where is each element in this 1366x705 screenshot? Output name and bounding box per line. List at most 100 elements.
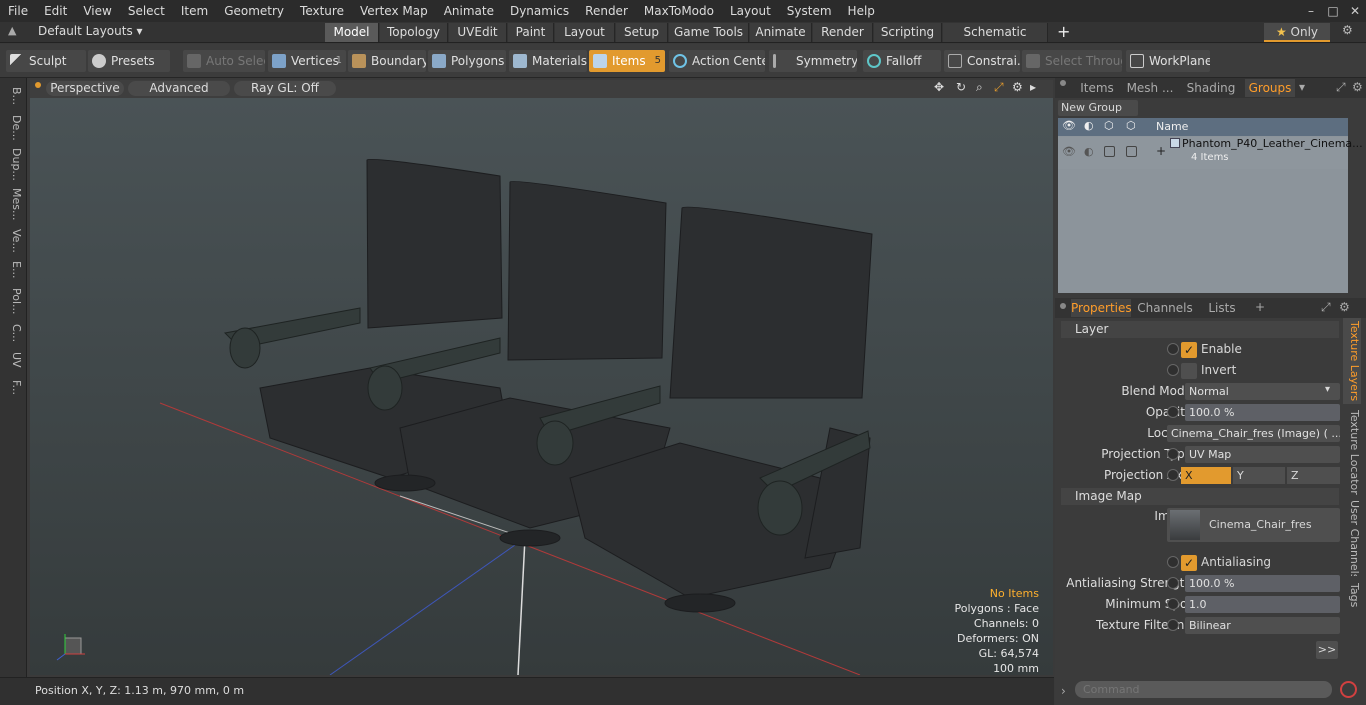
fit-view-icon[interactable]: ⤢ (994, 80, 1004, 95)
render-column-icon[interactable]: ◐ (1084, 119, 1094, 132)
tab-setup[interactable]: Setup (616, 23, 668, 42)
raygl-button[interactable]: Ray GL: Off (234, 81, 336, 96)
add-tab-icon[interactable]: + (1057, 22, 1070, 41)
left-tab-basic[interactable]: B... (3, 82, 23, 110)
tab-mesh[interactable]: Mesh ... (1125, 79, 1175, 97)
side-tab-user-channels[interactable]: User Channels (1343, 500, 1361, 576)
menu-help[interactable]: Help (840, 0, 883, 22)
props-settings-icon[interactable]: ⚙ (1339, 300, 1350, 314)
opacity-input[interactable]: 100.0 % (1185, 404, 1340, 421)
tab-layout[interactable]: Layout (555, 23, 615, 42)
action-center-button[interactable]: Action Center (669, 50, 765, 72)
blend-mode-select[interactable]: Normal (1185, 383, 1340, 400)
tab-schematic-fusion[interactable]: Schematic Fusion (943, 23, 1048, 58)
axis-z-button[interactable]: Z (1287, 467, 1340, 484)
left-tab-edge[interactable]: E... (3, 258, 23, 282)
menu-geometry[interactable]: Geometry (216, 0, 292, 22)
expand-arrow-icon[interactable]: ▲ (8, 24, 16, 37)
panel-settings-icon[interactable]: ⚙ (1352, 80, 1363, 94)
symmetry-button[interactable]: Symmetry (769, 50, 857, 72)
tab-topology[interactable]: Topology (380, 23, 448, 42)
group-row[interactable]: 👁 ◐ + Phantom_P40_Leather_Cinema... 4 It… (1058, 137, 1363, 169)
side-tab-texture-locator[interactable]: Texture Locator (1343, 408, 1361, 496)
group-select-checkbox[interactable] (1126, 146, 1137, 157)
view-type-button[interactable]: Perspective (46, 81, 124, 96)
menu-item[interactable]: Item (173, 0, 216, 22)
zoom-view-icon[interactable]: ⌕ (976, 80, 983, 95)
close-icon[interactable]: ✕ (1344, 4, 1366, 18)
tab-lists[interactable]: Lists (1201, 299, 1243, 317)
menu-edit[interactable]: Edit (36, 0, 75, 22)
3d-viewport[interactable]: No Items Polygons : Face Channels: 0 Def… (30, 98, 1053, 675)
layer-section-header[interactable]: Layer (1061, 321, 1339, 338)
aa-strength-input[interactable]: 100.0 % (1185, 575, 1340, 592)
menu-system[interactable]: System (779, 0, 840, 22)
projection-type-select[interactable]: UV Map (1185, 446, 1340, 463)
sculpt-button[interactable]: Sculpt (6, 50, 86, 72)
left-tab-duplicate[interactable]: Dup... (3, 146, 23, 182)
add-tab-plus-icon[interactable]: + (1255, 300, 1265, 314)
more-button[interactable]: >> (1316, 641, 1338, 659)
menu-file[interactable]: File (0, 0, 36, 22)
left-tab-polygon[interactable]: Pol... (3, 284, 23, 318)
group-render-icon[interactable]: ◐ (1084, 145, 1094, 158)
tab-channels[interactable]: Channels (1135, 299, 1195, 317)
settings-gear-icon[interactable]: ⚙ (1342, 23, 1353, 37)
texture-filtering-select[interactable]: Bilinear (1185, 617, 1340, 634)
left-tab-curve[interactable]: C... (3, 320, 23, 346)
viewport-settings-icon[interactable]: ⚙ (1012, 80, 1023, 94)
command-input[interactable] (1075, 681, 1332, 698)
menu-animate[interactable]: Animate (436, 0, 502, 22)
menu-dynamics[interactable]: Dynamics (502, 0, 577, 22)
workplane-button[interactable]: WorkPlane (1126, 50, 1210, 72)
visibility-column-icon[interactable]: 👁 (1062, 119, 1076, 132)
panel-expand-icon[interactable]: ⤢ (1336, 80, 1346, 95)
auto-select-button[interactable]: Auto Select (183, 50, 265, 72)
layouts-dropdown[interactable]: Default Layouts ▾ (38, 24, 143, 38)
tab-animate[interactable]: Animate (750, 23, 812, 42)
menu-select[interactable]: Select (120, 0, 173, 22)
boundary-button[interactable]: Boundary (348, 50, 426, 72)
tab-groups[interactable]: Groups (1245, 79, 1295, 97)
image-map-section-header[interactable]: Image Map (1061, 488, 1339, 505)
left-tab-vertex[interactable]: Ve... (3, 226, 23, 256)
minimize-icon[interactable]: – (1300, 4, 1322, 18)
rotate-view-icon[interactable]: ↻ (956, 80, 966, 94)
menu-layout[interactable]: Layout (722, 0, 779, 22)
tab-scripting[interactable]: Scripting (874, 23, 942, 42)
select-through-button[interactable]: Select Through (1022, 50, 1122, 72)
move-view-icon[interactable]: ✥ (934, 80, 944, 94)
left-tab-mesh-edit[interactable]: Mes... (3, 184, 23, 224)
menu-vertex-map[interactable]: Vertex Map (352, 0, 436, 22)
tab-shading[interactable]: Shading (1183, 79, 1239, 97)
tab-model[interactable]: Model (325, 23, 379, 42)
tab-items[interactable]: Items (1075, 79, 1119, 97)
group-lock-checkbox[interactable] (1104, 146, 1115, 157)
min-spot-input[interactable]: 1.0 (1185, 596, 1340, 613)
tab-dropdown-icon[interactable]: ▾ (1299, 80, 1305, 94)
materials-button[interactable]: Materials (509, 50, 587, 72)
tab-render[interactable]: Render (813, 23, 873, 42)
invert-checkbox[interactable] (1181, 363, 1197, 379)
presets-button[interactable]: Presets (88, 50, 170, 72)
group-expand-icon[interactable]: + (1156, 144, 1166, 158)
tab-properties[interactable]: Properties (1071, 299, 1132, 317)
axis-y-button[interactable]: Y (1233, 467, 1285, 484)
menu-texture[interactable]: Texture (292, 0, 352, 22)
lock-column-icon[interactable]: ⬡ (1104, 119, 1114, 132)
side-tab-tags[interactable]: Tags (1343, 580, 1361, 610)
menu-maxtomodo[interactable]: MaxToModo (636, 0, 722, 22)
items-button[interactable]: Items 5 (589, 50, 665, 72)
antialiasing-checkbox[interactable]: ✓ (1181, 555, 1197, 571)
record-icon[interactable] (1340, 681, 1357, 698)
group-visibility-icon[interactable]: 👁 (1062, 145, 1076, 158)
left-tab-uv[interactable]: UV (3, 348, 23, 372)
select-column-icon[interactable]: ⬡ (1126, 119, 1136, 132)
menu-view[interactable]: View (75, 0, 119, 22)
shading-mode-button[interactable]: Advanced (128, 81, 230, 96)
polygons-button[interactable]: Polygons (428, 50, 506, 72)
tab-game-tools[interactable]: Game Tools (669, 23, 749, 42)
viewport-expand-icon[interactable]: ▸ (1030, 80, 1036, 94)
tab-uvedit[interactable]: UVEdit (449, 23, 507, 42)
menu-render[interactable]: Render (577, 0, 636, 22)
